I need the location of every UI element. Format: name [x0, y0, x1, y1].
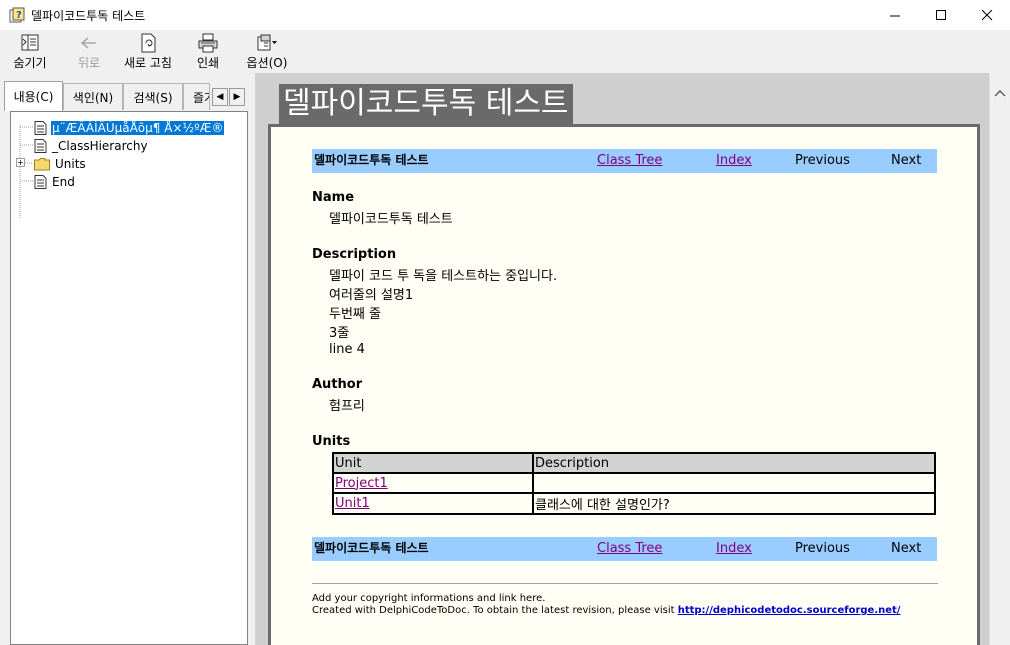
back-button[interactable]: 뒤로 — [72, 33, 106, 71]
hide-pane-icon — [21, 34, 39, 51]
triangle-left-icon: ◀ — [216, 92, 224, 102]
expand-units-button[interactable]: + — [16, 158, 25, 167]
close-button[interactable] — [964, 0, 1010, 31]
units-table: Unit Description Project1 Unit1 클래스에 대한 … — [332, 452, 936, 515]
options-dropdown-icon — [257, 34, 277, 51]
tab-favorites[interactable]: 즐겨 — [183, 83, 210, 110]
description-line: 두번째 줄 — [329, 307, 381, 322]
refresh-icon — [141, 33, 156, 53]
tab-search[interactable]: 검색(S) — [123, 83, 183, 110]
description-line: line 4 — [329, 342, 365, 357]
help-question-icon: ? — [9, 7, 25, 23]
svg-text:?: ? — [16, 10, 22, 21]
previous-label: Previous — [795, 153, 850, 168]
description-line: 델파이 코드 투 독을 테스트하는 중입니다. — [329, 269, 558, 284]
nav-title: 델파이코드투독 테스트 — [314, 541, 429, 555]
tab-contents[interactable]: 내용(C) — [4, 81, 63, 111]
table-row: Unit1 클래스에 대한 설명인가? — [332, 492, 936, 515]
refresh-button[interactable]: 새로 고침 — [120, 33, 176, 71]
description-line: 3줄 — [329, 326, 350, 341]
maximize-icon — [935, 10, 946, 20]
project1-link[interactable]: Project1 — [335, 476, 388, 491]
name-value: 델파이코드투독 테스트 — [329, 212, 453, 227]
maximize-button[interactable] — [918, 0, 964, 31]
document-icon — [34, 120, 47, 135]
printer-icon — [198, 33, 218, 53]
description-heading: Description — [312, 247, 397, 262]
tree-item-classhierarchy[interactable]: _ClassHierarchy — [34, 137, 149, 154]
tab-scroll-left-button[interactable]: ◀ — [212, 88, 228, 106]
folder-icon — [34, 157, 50, 170]
options-button[interactable]: 옵션(O) — [244, 33, 290, 71]
sourceforge-link[interactable]: http://dephicodetodoc.sourceforge.net/ — [678, 605, 901, 616]
page-title: 델파이코드투독 테스트 — [279, 84, 573, 124]
minimize-button[interactable] — [872, 0, 918, 31]
minimize-icon — [889, 15, 900, 17]
navigation-pane: 내용(C) 색인(N) 검색(S) 즐겨 ◀ ▶ µ¨ÆÄÀÌÄÚµåÅõµ¶ … — [0, 73, 256, 645]
title-bar: ? 델파이코드투독 테스트 — [0, 0, 1010, 31]
footer-divider — [312, 583, 938, 585]
tree-item-end[interactable]: End — [34, 173, 76, 190]
triangle-right-icon: ▶ — [233, 92, 241, 102]
help-page: 델파이코드투독 테스트 Class Tree Index Previous Ne… — [268, 124, 980, 645]
nav-title: 델파이코드투독 테스트 — [314, 153, 429, 167]
footer-created-with: Created with DelphiCodeToDoc. To obtain … — [312, 605, 901, 616]
close-icon — [981, 10, 992, 21]
back-arrow-icon — [80, 37, 96, 49]
toolbar: 숨기기 뒤로 새로 고침 인쇄 옵션(O) — [0, 31, 1010, 73]
author-heading: Author — [312, 377, 363, 392]
table-header-row: Unit Description — [332, 452, 936, 474]
document-icon — [34, 138, 47, 153]
tab-scroll-right-button[interactable]: ▶ — [229, 88, 245, 106]
print-button[interactable]: 인쇄 — [192, 33, 224, 71]
name-heading: Name — [312, 190, 355, 205]
index-link[interactable]: Index — [716, 153, 752, 168]
table-cell: Project1 — [332, 472, 534, 494]
table-cell: 클래스에 대한 설명인가? — [532, 492, 936, 515]
next-label: Next — [891, 153, 922, 168]
hide-button[interactable]: 숨기기 — [10, 33, 50, 71]
footer-copyright: Add your copyright informations and link… — [312, 593, 546, 604]
units-heading: Units — [312, 434, 351, 449]
tree-item-units[interactable]: Units — [34, 155, 87, 172]
unit1-link[interactable]: Unit1 — [335, 496, 370, 511]
table-header-cell: Description — [532, 452, 936, 474]
previous-label: Previous — [795, 541, 850, 556]
description-line: 여러줄의 설명1 — [329, 288, 414, 303]
top-nav-bar: 델파이코드투독 테스트 Class Tree Index Previous Ne… — [312, 149, 937, 173]
class-tree-link[interactable]: Class Tree — [597, 153, 662, 168]
contents-tree: µ¨ÆÄÀÌÄÚµåÅõµ¶ Å×½ºÆ® _ClassHierarchy + … — [10, 111, 248, 645]
index-link[interactable]: Index — [716, 541, 752, 556]
tab-index[interactable]: 색인(N) — [63, 83, 123, 110]
document-icon — [34, 174, 47, 189]
scroll-up-icon[interactable] — [994, 89, 1006, 97]
table-header-cell: Unit — [332, 452, 534, 474]
bottom-nav-bar: 델파이코드투독 테스트 Class Tree Index Previous Ne… — [312, 537, 937, 561]
window-title: 델파이코드투독 테스트 — [31, 9, 146, 23]
table-cell — [532, 472, 936, 494]
table-cell: Unit1 — [332, 492, 534, 515]
class-tree-link[interactable]: Class Tree — [597, 541, 662, 556]
vertical-scrollbar[interactable] — [989, 73, 1010, 645]
tree-item-main[interactable]: µ¨ÆÄÀÌÄÚµåÅõµ¶ Å×½ºÆ® — [34, 119, 226, 136]
table-row: Project1 — [332, 472, 936, 494]
next-label: Next — [891, 541, 922, 556]
author-value: 험프리 — [329, 399, 365, 414]
